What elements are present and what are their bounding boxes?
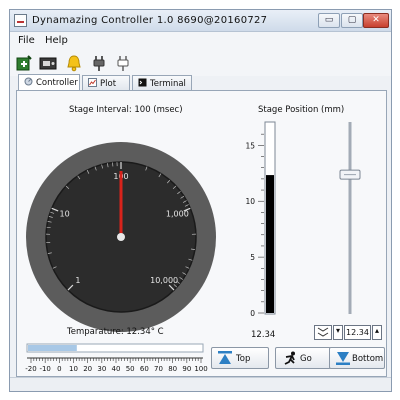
terminal-icon bbox=[138, 78, 147, 87]
power-connect-icon[interactable] bbox=[15, 54, 33, 72]
menu-bar: File Help bbox=[10, 32, 391, 50]
go-button[interactable]: Go bbox=[275, 347, 331, 369]
temp-tick-label: 0 bbox=[57, 365, 61, 372]
temp-tick-label: 70 bbox=[154, 365, 163, 372]
step-down-coarse-button[interactable] bbox=[314, 325, 332, 340]
gauge-tick-label: 1 bbox=[75, 276, 80, 285]
bottom-button[interactable]: Bottom bbox=[329, 347, 385, 369]
maximize-button[interactable]: ▢ bbox=[341, 13, 363, 28]
minimize-button[interactable]: ▭ bbox=[318, 13, 340, 28]
top-button-label: Top bbox=[236, 354, 251, 364]
controller-panel: Stage Interval: 100 (msec) 1101001,00010… bbox=[16, 90, 387, 377]
temperature-scale: -20 -10 0 10 20 30 40 50 60 70 80 90 100 bbox=[25, 343, 208, 372]
temp-tick-label: -20 bbox=[25, 365, 36, 372]
arrow-up-icon bbox=[218, 351, 232, 364]
interval-gauge[interactable]: 1101001,00010,000 bbox=[26, 142, 216, 332]
temp-tick-label: 100 bbox=[194, 365, 207, 372]
bottom-button-label: Bottom bbox=[352, 354, 384, 364]
step-up-button[interactable]: ▴ bbox=[372, 325, 382, 340]
window-title: Dynamazing Controller 1.0 8690@20160727 bbox=[32, 15, 268, 26]
temp-tick-label: 10 bbox=[69, 365, 78, 372]
temp-tick-label: 60 bbox=[140, 365, 149, 372]
gauge-tick-label: 10,000 bbox=[150, 276, 178, 285]
temp-tick-label: 90 bbox=[182, 365, 191, 372]
temp-tick-label: 80 bbox=[168, 365, 177, 372]
position-tick-label: 0 bbox=[250, 309, 255, 318]
gauge-tick-label: 10 bbox=[60, 210, 70, 219]
plug-outline-icon[interactable] bbox=[114, 54, 132, 72]
controller-icon bbox=[24, 77, 33, 86]
toolbar bbox=[10, 50, 391, 76]
temperature-label: Temparature: 12.34° C bbox=[67, 327, 164, 337]
position-tick-label: 10 bbox=[245, 197, 255, 206]
position-spin-input[interactable]: 12.34 bbox=[344, 325, 371, 340]
app-icon bbox=[14, 14, 27, 27]
temperature-bar-fill bbox=[28, 345, 77, 351]
title-bar[interactable]: Dynamazing Controller 1.0 8690@20160727 … bbox=[10, 10, 391, 32]
gauge-tick-label: 1,000 bbox=[166, 210, 189, 219]
position-tick-label: 15 bbox=[245, 141, 255, 150]
status-bar bbox=[10, 377, 391, 391]
temp-tick-label: 50 bbox=[126, 365, 135, 372]
temp-tick-label: 20 bbox=[83, 365, 92, 372]
top-button[interactable]: Top bbox=[211, 347, 269, 369]
tab-plot-label: Plot bbox=[100, 79, 117, 89]
arrow-down-icon bbox=[336, 352, 350, 365]
step-down-button[interactable]: ▾ bbox=[333, 325, 343, 340]
alarm-bell-icon[interactable] bbox=[65, 54, 83, 72]
tab-plot[interactable]: Plot bbox=[82, 75, 130, 90]
close-button[interactable]: ✕ bbox=[363, 13, 389, 28]
position-bar-fill bbox=[266, 175, 274, 313]
temp-tick-label: 40 bbox=[112, 365, 121, 372]
temp-tick-label: 30 bbox=[97, 365, 106, 372]
stage-position-bar: 15 10 5 0 bbox=[245, 121, 276, 318]
device-icon[interactable] bbox=[39, 54, 57, 72]
menu-file[interactable]: File bbox=[18, 35, 35, 46]
tab-bar: Controller Plot Terminal bbox=[16, 74, 388, 90]
position-readout: 12.34 bbox=[251, 330, 276, 340]
go-button-label: Go bbox=[300, 354, 312, 364]
running-icon bbox=[284, 351, 295, 365]
position-tick-label: 5 bbox=[250, 253, 255, 262]
stage-interval-label: Stage Interval: 100 (msec) bbox=[69, 105, 183, 115]
plot-icon bbox=[88, 78, 97, 87]
tab-terminal-label: Terminal bbox=[150, 79, 186, 89]
menu-help[interactable]: Help bbox=[45, 35, 68, 46]
tab-terminal[interactable]: Terminal bbox=[132, 75, 192, 90]
position-slider[interactable] bbox=[335, 114, 365, 324]
gauge-pivot bbox=[117, 233, 125, 241]
plug-icon[interactable] bbox=[90, 54, 108, 72]
tab-controller[interactable]: Controller bbox=[18, 74, 80, 90]
tab-controller-label: Controller bbox=[36, 78, 78, 88]
double-chevron-icon bbox=[317, 327, 329, 337]
app-window: Dynamazing Controller 1.0 8690@20160727 … bbox=[9, 9, 392, 392]
temp-tick-label: -10 bbox=[39, 365, 50, 372]
